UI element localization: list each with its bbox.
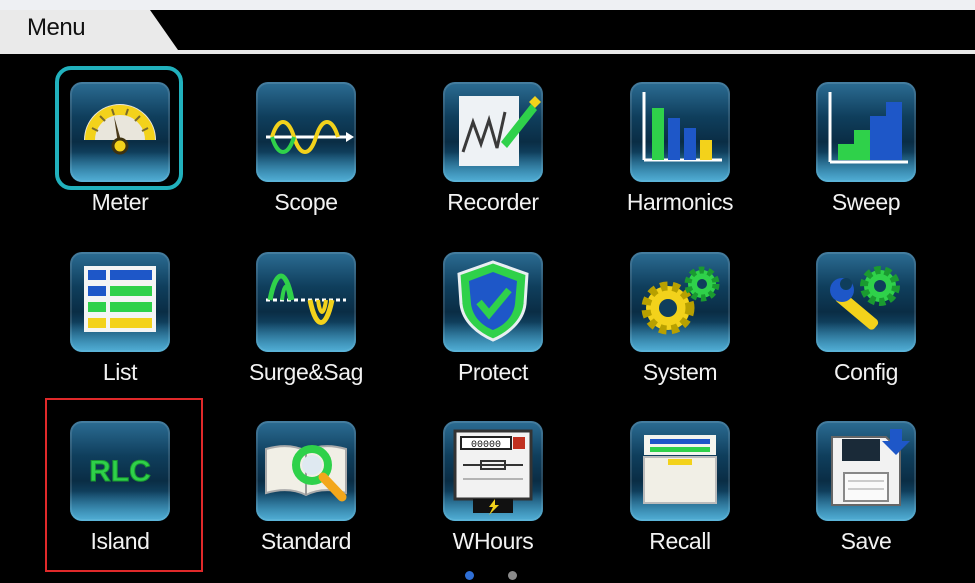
recorder-icon [443,82,543,182]
recall-folder-icon [630,421,730,521]
menu-item-label: Sweep [831,189,901,215]
page-indicator-inactive[interactable] [508,571,517,580]
menu-item-label: Standard [260,528,352,554]
header-divider [0,50,975,54]
menu-item-config[interactable]: Config [776,252,956,412]
rlc-text: RLC [89,455,151,488]
menu-item-recall[interactable]: Recall [590,421,770,581]
menu-item-surge-sag[interactable]: Surge&Sag [216,252,396,412]
scope-icon [256,82,356,182]
menu-item-label: Scope [274,189,338,215]
meter-counter-text: 00000 [471,440,501,451]
config-wrench-icon [816,252,916,352]
standard-book-icon [256,421,356,521]
menu-item-label: Meter [91,189,149,215]
menu-item-harmonics[interactable]: Harmonics [590,82,770,242]
menu-item-label: Recall [649,528,711,554]
menu-screen: Menu Meter Scope Recorder Harmonics Swee… [0,0,975,583]
menu-item-meter[interactable]: Meter [30,82,210,242]
menu-item-label: List [102,359,138,385]
menu-item-label: Harmonics [626,189,734,215]
harmonics-icon [630,82,730,182]
menu-item-whours[interactable]: 00000 WHours [403,421,583,581]
menu-item-label: System [642,359,718,385]
menu-item-system[interactable]: System [590,252,770,412]
page-indicator-active[interactable] [465,571,474,580]
sweep-icon [816,82,916,182]
menu-item-protect[interactable]: Protect [403,252,583,412]
system-gear-icon [630,252,730,352]
menu-item-recorder[interactable]: Recorder [403,82,583,242]
surge-sag-icon [256,252,356,352]
menu-item-scope[interactable]: Scope [216,82,396,242]
menu-item-label: Save [840,528,892,554]
list-icon [70,252,170,352]
menu-item-label: Surge&Sag [248,359,364,385]
page-title: Menu [27,14,86,41]
menu-item-list[interactable]: List [30,252,210,412]
protect-icon [443,252,543,352]
island-rlc-icon: RLC [70,421,170,521]
menu-item-label: Recorder [447,189,539,215]
menu-item-save[interactable]: Save [776,421,956,581]
menu-item-label: Protect [457,359,529,385]
top-band [0,0,975,10]
menu-item-label: WHours [452,528,534,554]
meter-icon [70,82,170,182]
save-floppy-icon [816,421,916,521]
menu-item-standard[interactable]: Standard [216,421,396,581]
watt-hour-meter-icon: 00000 [443,421,543,521]
menu-item-sweep[interactable]: Sweep [776,82,956,242]
menu-item-label: Config [833,359,899,385]
